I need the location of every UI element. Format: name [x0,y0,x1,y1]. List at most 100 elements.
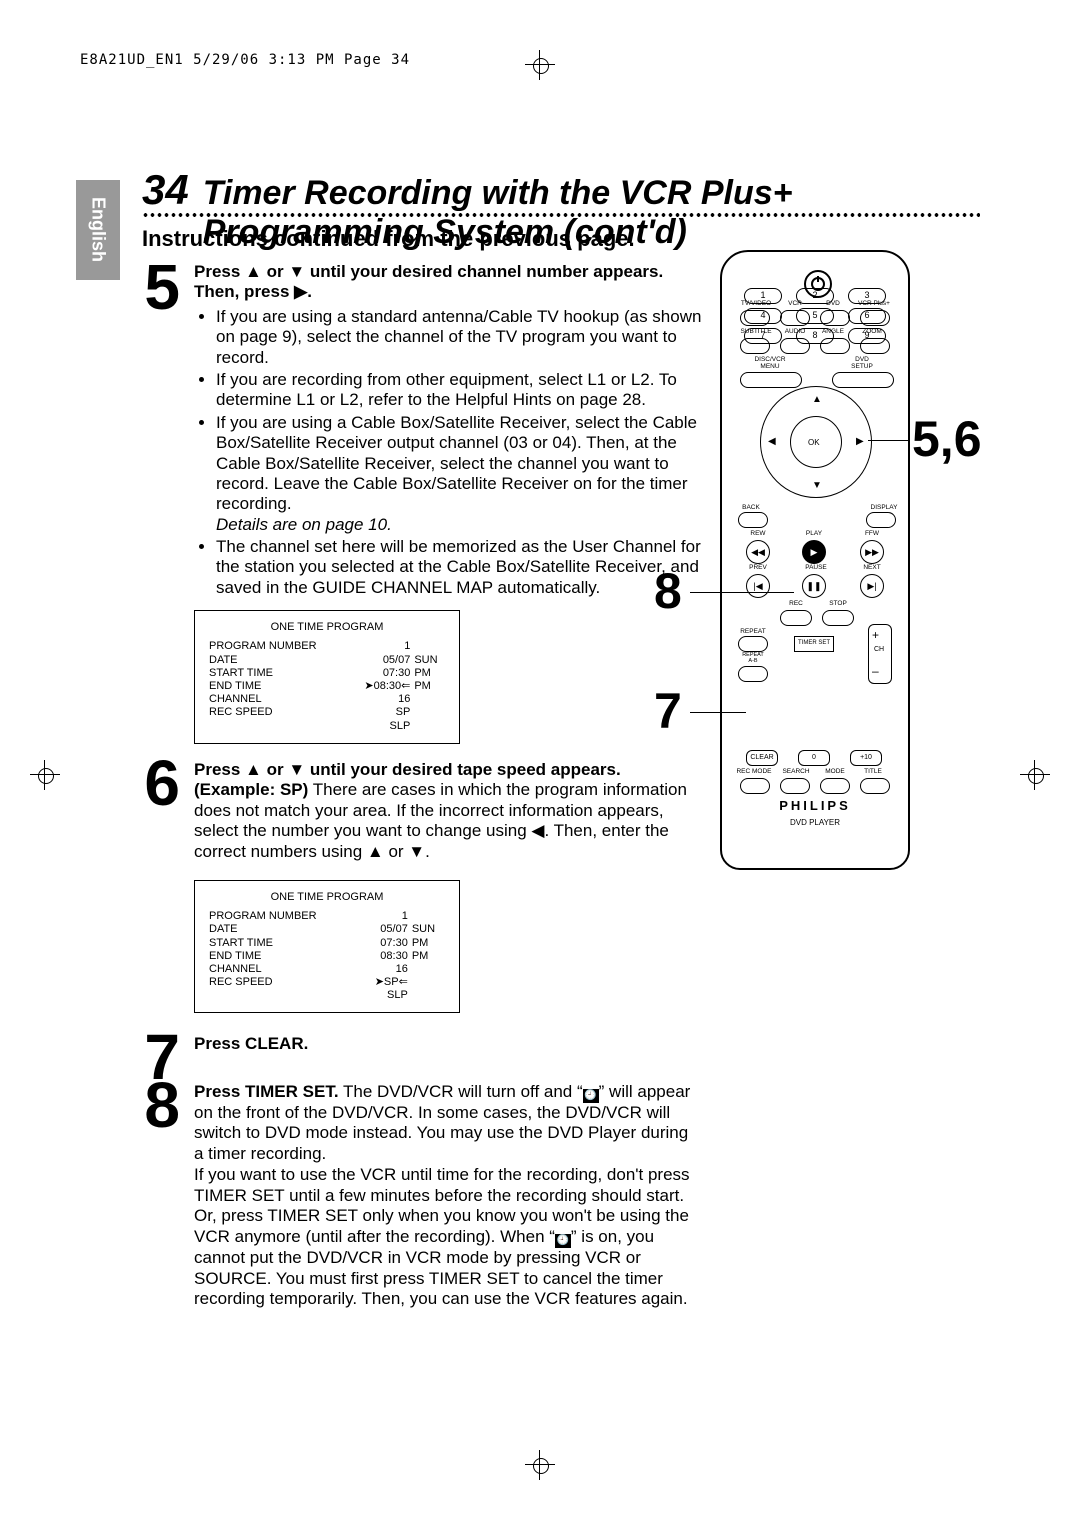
stop-btn-icon [822,610,854,626]
rm-l-back: BACK [736,504,766,511]
title-dots [142,212,980,218]
pb2-chan-l: CHANNEL [207,963,359,976]
crop-top [525,50,555,80]
zero-button: 0 [798,750,830,766]
step6-hb: or [262,760,288,779]
pb1-start-l: START TIME [207,667,349,680]
pb2-rec-sel: ➤ [375,976,384,988]
rm-l-discmenu: DISC/VCR MENU [740,356,800,370]
step5-bullet4: The channel set here will be memorized a… [216,537,702,598]
program-box-1: ONE TIME PROGRAM PROGRAM NUMBER1 DATE05/… [194,610,460,744]
pill-icon [738,636,768,652]
prev-icon: |◀ [746,574,770,598]
pb1-title: ONE TIME PROGRAM [207,621,447,634]
step6-example: (Example: SP) [194,780,308,799]
language-tab: English [76,180,120,280]
rm-l-ch: CH [870,646,888,653]
pb1-rec-sp: SP [349,706,413,719]
header-line: E8A21UD_EN1 5/29/06 3:13 PM Page 34 [80,52,410,68]
timerset-button: TIMER SET [794,636,834,652]
callout-line-7 [690,712,746,713]
page-number: 34 [142,166,189,214]
arrow-down-icon: ▼ [812,480,822,491]
pill-icon [780,778,810,794]
rm-l-title: TITLE [858,768,888,775]
pb1-rec-l: REC SPEED [207,706,349,719]
pb2-title: ONE TIME PROGRAM [207,891,447,904]
pb2-date-v: 05/07 [359,923,410,936]
step5-bullet3: If you are using a Cable Box/Satellite R… [216,413,702,535]
pb2-chan-v: 16 [359,963,410,976]
pb1-end-a: PM [412,680,447,693]
step-8-number: 8 [132,1068,180,1142]
arrow-right-icon: ▶ [856,436,864,447]
step-5-body: Press ▲ or ▼ until your desired channel … [194,262,702,744]
next-icon: ▶| [860,574,884,598]
pb2-end-l: END TIME [207,950,359,963]
page-subtitle: Instructions continued from the previous… [142,226,635,252]
step8-lead: Press TIMER SET. [194,1082,339,1101]
pb2-start-v: 07:30 [359,937,410,950]
rm-l-stop: STOP [826,600,850,607]
step-7-text: Press CLEAR. [194,1034,308,1054]
play-icon: ▶ [802,540,826,564]
pb2-rec-l: REC SPEED [207,976,359,989]
remote-illustration: TV/VIDEO VCR DVD VCR Plus+ SUBTITLE AUDI… [720,250,910,870]
clear-button: CLEAR [746,750,778,766]
step5-bullet1: If you are using a standard antenna/Cabl… [216,307,702,368]
step6-hc: until your desired tape speed appears. [305,760,621,779]
crop-right [1020,760,1050,790]
callout-8: 8 [654,562,682,620]
pb2-prognum-l: PROGRAM NUMBER [207,910,359,923]
pb1-date-l: DATE [207,654,349,667]
callout-5-6: 5,6 [912,410,982,468]
pill-icon [860,778,890,794]
rm-l-mode: MODE [820,768,850,775]
clock-icon: 🕘 [583,1089,599,1103]
rec-btn-icon [780,610,812,626]
pb1-end-v: 08:30 [374,680,402,692]
plus-icon: + [872,628,879,642]
brand-label: PHILIPS [722,798,908,813]
program-box-2: ONE TIME PROGRAM PROGRAM NUMBER1 DATE05/… [194,880,460,1014]
rm-l-recmode: REC MODE [736,768,772,775]
pb1-prognum-v: 1 [349,640,413,653]
step5-b3text: If you are using a Cable Box/Satellite R… [216,413,697,514]
callout-line-8 [690,592,794,593]
pb2-start-l: START TIME [207,937,359,950]
rm-l-play: PLAY [802,530,826,537]
arrow-left-icon: ◀ [768,436,776,447]
step-6-number: 6 [132,746,180,820]
rew-icon: ◀◀ [746,540,770,564]
step8-text: The DVD/VCR will turn off and “🕘” will a… [194,1082,690,1308]
step5-b3italic: Details are on page 10. [216,515,392,534]
callout-line-56 [868,440,910,441]
pb1-rec-slp: SLP [349,720,413,733]
rm-l-pause: PAUSE [802,564,830,571]
step-5-number: 5 [132,250,180,324]
step-6-body: Press ▲ or ▼ until your desired tape spe… [194,760,694,1013]
arrow-up-icon: ▲ [812,394,822,405]
pb1-prognum-l: PROGRAM NUMBER [207,640,349,653]
pb1-date-d: SUN [412,654,447,667]
step6-ha: Press [194,760,245,779]
plus10-button: +10 [850,750,882,766]
callout-7: 7 [654,682,682,740]
pb1-date-v: 05/07 [349,654,413,667]
pb2-rec-slp: SLP [359,989,410,1002]
rm-ok: OK [808,438,820,447]
rm-l-search: SEARCH [778,768,814,775]
step5-bullet2: If you are recording from other equipmen… [216,370,702,411]
step-8-body: Press TIMER SET. The DVD/VCR will turn o… [194,1082,694,1310]
crop-left [30,760,60,790]
pb1-start-a: PM [412,667,447,680]
rm-l-ffw: FFW [860,530,884,537]
step5-he: . [307,282,312,301]
step5-ha: Press [194,262,245,281]
pb2-prognum-v: 1 [359,910,410,923]
pb2-start-a: PM [410,937,447,950]
clock-icon-2: 🕘 [555,1234,571,1248]
pb2-date-l: DATE [207,923,359,936]
dpad-icon: OK ▲ ▼ ◀ ▶ [760,386,872,498]
pill-icon [820,778,850,794]
